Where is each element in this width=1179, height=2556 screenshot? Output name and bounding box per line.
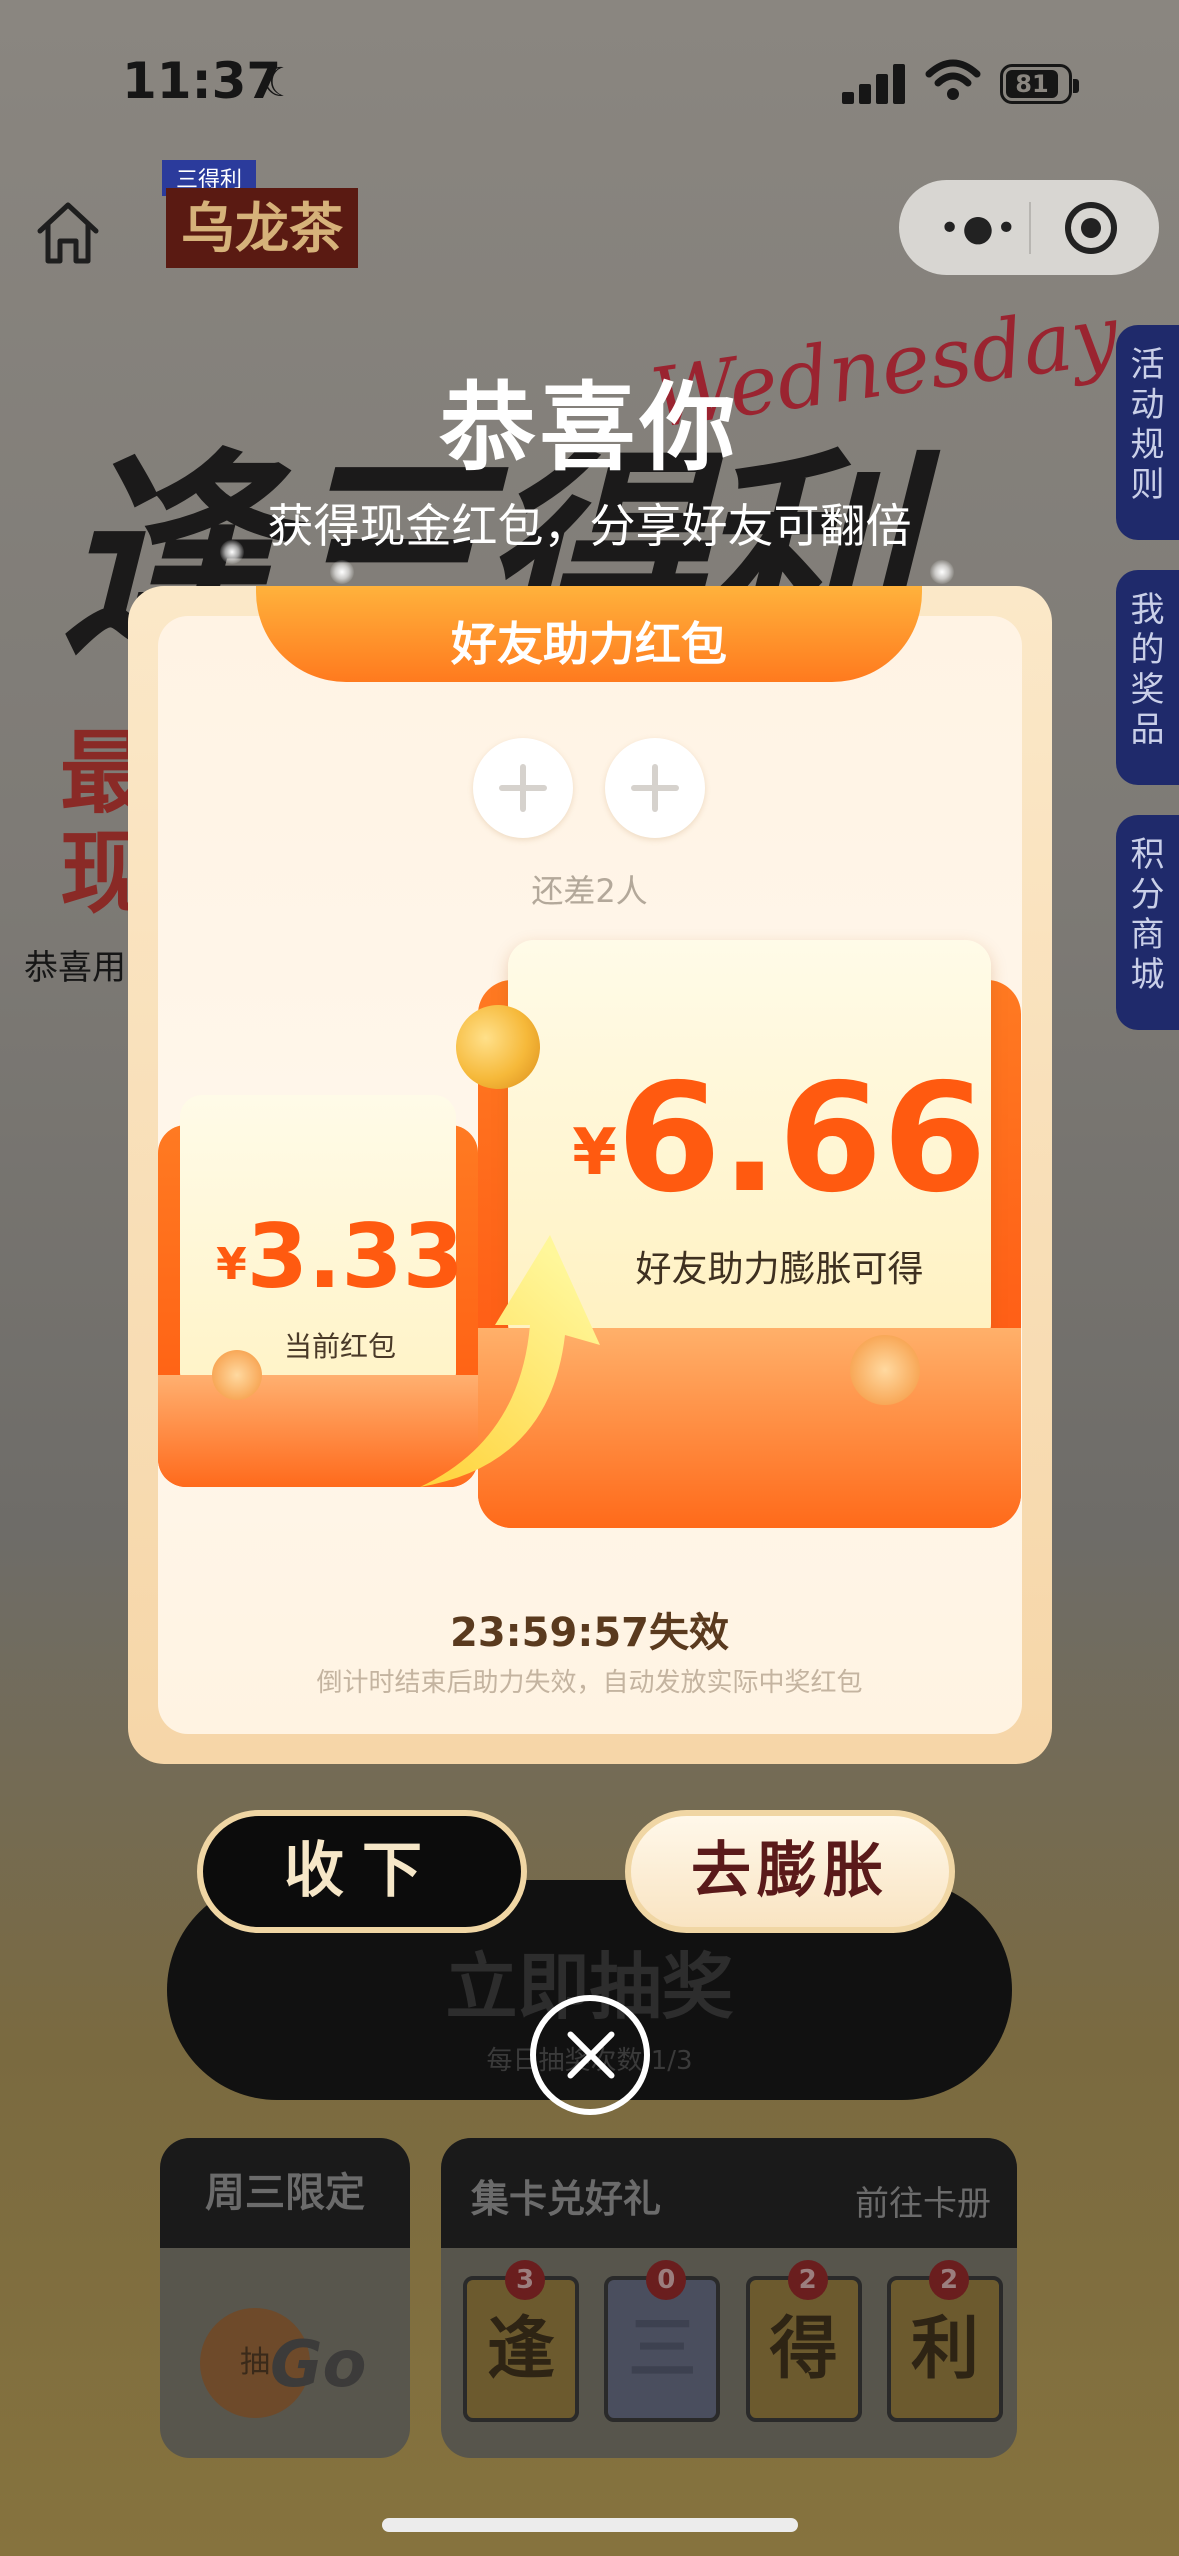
home-indicator[interactable]	[382, 2518, 798, 2532]
countdown-timer: 23:59:57失效	[450, 1610, 729, 1656]
wednesday-card-title: 周三限定	[160, 2138, 410, 2248]
status-bar: 11:37 ☾ 81	[0, 0, 1179, 150]
card-tile[interactable]: 三0	[604, 2260, 721, 2422]
brand-logo: 三得利 乌龙茶	[162, 160, 358, 270]
plus-icon[interactable]	[605, 738, 705, 838]
boosted-amount: ¥6.66	[508, 1052, 1051, 1226]
tile-char: 三	[628, 2310, 697, 2389]
target-icon[interactable]	[1065, 202, 1117, 254]
signal-icon	[842, 64, 906, 104]
tile-count-badge: 2	[787, 2260, 828, 2300]
panel-ribbon: 好友助力红包	[256, 586, 922, 682]
moon-icon: ☾	[262, 60, 298, 106]
accept-button[interactable]: 收下	[197, 1810, 527, 1933]
tile-count-badge: 0	[646, 2260, 687, 2300]
collect-card-title: 集卡兑好礼	[471, 2177, 662, 2221]
collect-card: 集卡兑好礼 前往卡册 逢3 三0 得2 利2	[441, 2138, 1017, 2458]
home-icon[interactable]	[30, 195, 106, 271]
go-label: Go	[270, 2328, 367, 2402]
tile-count-badge: 3	[505, 2260, 545, 2300]
sparkle-decoration	[930, 560, 954, 584]
modal-title: 恭喜你	[439, 372, 740, 484]
sparkle-decoration	[330, 560, 354, 584]
arrow-up-icon	[420, 1235, 600, 1487]
brand-main-label: 乌龙茶	[166, 188, 358, 268]
coin-icon	[850, 1335, 920, 1405]
more-dots-icon[interactable]: •●•	[939, 208, 1019, 249]
coin-icon	[212, 1350, 262, 1400]
currency-symbol: ¥	[216, 1239, 247, 1290]
card-tile[interactable]: 得2	[745, 2260, 862, 2422]
tile-count-badge: 2	[928, 2260, 969, 2300]
tile-char: 得	[769, 2310, 838, 2389]
congrats-marquee: 恭喜用	[24, 948, 126, 988]
sparkle-decoration	[220, 540, 244, 564]
status-time: 11:37	[122, 52, 282, 110]
side-tab-mall[interactable]: 积分商城	[1116, 815, 1179, 1030]
modal-subtitle: 获得现金红包，分享好友可翻倍	[267, 499, 912, 553]
tile-char: 逢	[486, 2310, 555, 2389]
wifi-icon	[925, 59, 981, 100]
remaining-helpers: 还差2人	[531, 872, 648, 910]
inflate-button[interactable]: 去膨胀	[625, 1810, 955, 1933]
miniprogram-capsule: •●•	[899, 180, 1159, 275]
card-album-link[interactable]: 前往卡册	[855, 2176, 991, 2225]
boosted-amount-value: 6.66	[616, 1052, 987, 1226]
countdown-note: 倒计时结束后助力失效，自动发放实际中奖红包	[316, 1668, 863, 1698]
currency-symbol: ¥	[572, 1116, 617, 1190]
plus-icon[interactable]	[473, 738, 573, 838]
card-tile[interactable]: 逢3	[463, 2260, 579, 2422]
battery-level: 81	[1006, 70, 1058, 98]
close-icon[interactable]	[530, 1995, 650, 2115]
side-tab-prizes[interactable]: 我的奖品	[1116, 570, 1179, 785]
ribbon-label: 好友助力红包	[451, 617, 727, 671]
card-tile[interactable]: 利2	[886, 2260, 1003, 2422]
battery-icon: 81	[1000, 64, 1079, 104]
wednesday-card[interactable]: 周三限定 抽 Go	[160, 2138, 410, 2458]
tile-char: 利	[910, 2310, 979, 2389]
